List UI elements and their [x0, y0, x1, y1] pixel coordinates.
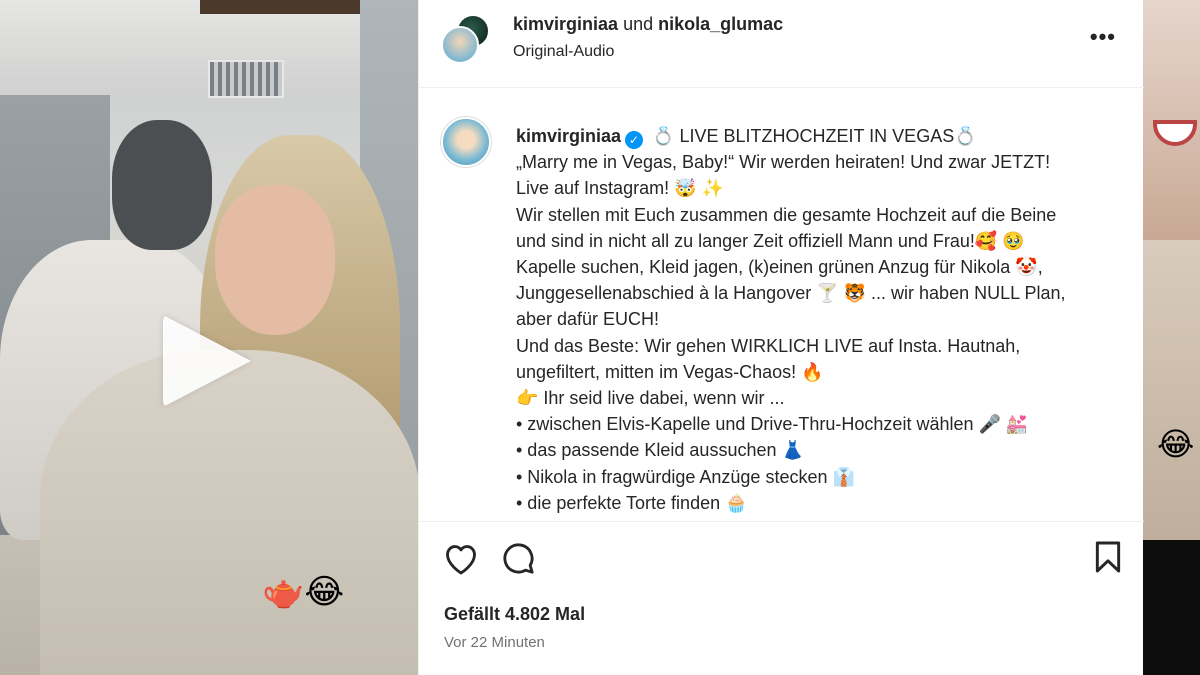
caption-line: • zwischen Elvis-Kapelle und Drive-Thru-…: [516, 414, 1029, 435]
caption-username[interactable]: kimvirginiaa: [516, 126, 621, 146]
caption-line: „Marry me in Vegas, Baby!“ Wir werden he…: [516, 152, 1051, 173]
post-panel: kimvirginiaa und nikola_glumac Original-…: [418, 0, 1144, 675]
heart-icon[interactable]: [443, 541, 479, 580]
caption-line: Live auf Instagram! 🤯 ✨: [516, 178, 724, 199]
video-background: [208, 60, 284, 98]
action-bar: [419, 523, 1144, 583]
caption-line: Kapelle suchen, Kleid jagen, (k)einen gr…: [516, 257, 1043, 278]
caption-line: • die perfekte Torte finden 🧁: [516, 492, 748, 513]
more-icon[interactable]: •••: [1090, 24, 1116, 50]
video-background: [200, 0, 360, 14]
caption-line: Und das Beste: Wir gehen WIRKLICH LIVE a…: [516, 335, 1021, 356]
video-sticker: 🫖😂: [262, 572, 345, 612]
preview-background: [1143, 240, 1200, 540]
caption-line: • das passende Kleid aussuchen 👗: [516, 440, 804, 461]
video-player[interactable]: 🫖😂: [0, 0, 418, 675]
caption-line: • Nikola in fragwürdige Anzüge stecken 👔: [516, 466, 855, 487]
avatar-stack[interactable]: [441, 14, 491, 64]
caption-line: 💍 LIVE BLITZHOCHZEIT IN VEGAS💍: [652, 126, 977, 146]
post-header: kimvirginiaa und nikola_glumac Original-…: [419, 0, 1144, 88]
caption-line: und sind in nicht all zu langer Zeit off…: [516, 230, 1025, 251]
username-link[interactable]: nikola_glumac: [658, 14, 783, 34]
caption-area[interactable]: kimvirginiaa ✓ 💍 LIVE BLITZHOCHZEIT IN VE…: [419, 89, 1144, 522]
comment-icon[interactable]: [501, 541, 535, 580]
caption-line: Junggesellenabschied à la Hangover 🍸 🐯 .…: [516, 283, 1066, 304]
caption-line: aber dafür EUCH!: [516, 309, 660, 330]
next-post-preview[interactable]: 😂: [1143, 0, 1200, 675]
caption-line: ungefiltert, mitten im Vegas-Chaos! 🔥: [516, 361, 824, 382]
avatar[interactable]: [441, 26, 479, 64]
video-person: [112, 120, 212, 250]
video-person: [215, 185, 335, 335]
play-icon[interactable]: [163, 315, 251, 407]
avatar[interactable]: [441, 117, 491, 167]
connector-text: und: [623, 14, 654, 34]
caption-line: Wir stellen mit Euch zusammen die gesamt…: [516, 204, 1057, 225]
like-count[interactable]: Gefällt 4.802 Mal: [444, 604, 585, 625]
verified-icon: ✓: [625, 131, 644, 149]
bookmark-icon[interactable]: [1094, 541, 1122, 578]
collab-names: kimvirginiaa und nikola_glumac: [513, 14, 783, 35]
username-link[interactable]: kimvirginiaa: [513, 14, 618, 34]
audio-link[interactable]: Original-Audio: [513, 43, 614, 61]
caption-line: 👉 Ihr seid live dabei, wenn wir ...: [516, 388, 785, 409]
caption-text: kimvirginiaa ✓ 💍 LIVE BLITZHOCHZEIT IN VE…: [516, 123, 1121, 516]
preview-emoji: 😂: [1157, 425, 1195, 463]
post-timestamp[interactable]: Vor 22 Minuten: [444, 634, 545, 651]
